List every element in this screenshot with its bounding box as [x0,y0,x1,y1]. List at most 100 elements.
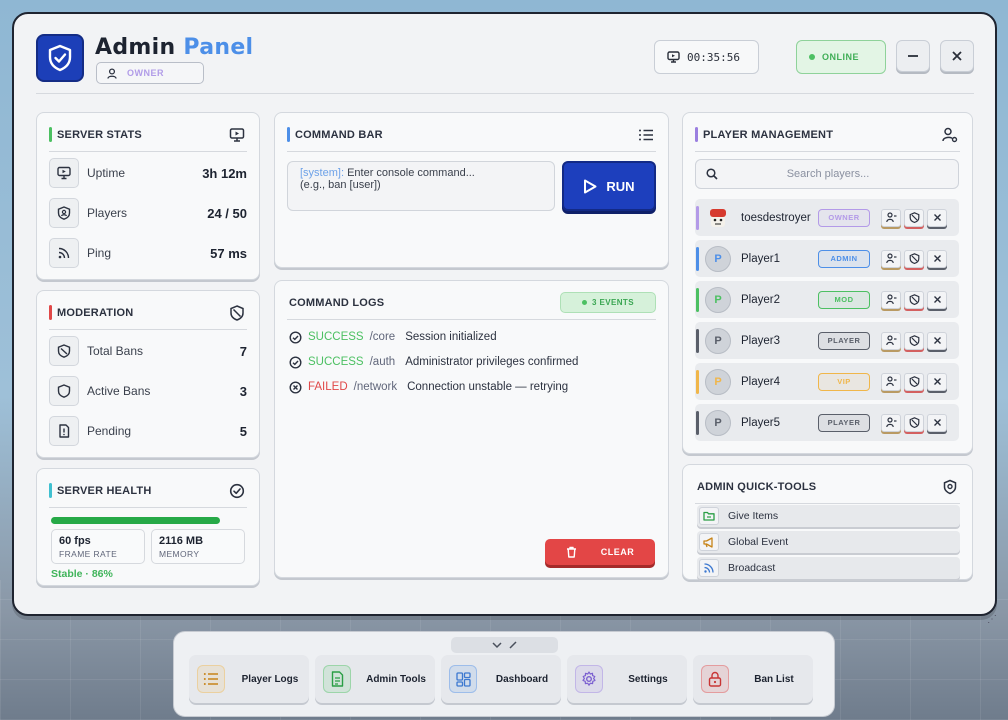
stat-label: Players [87,206,128,220]
lock-icon [701,665,729,693]
ban-user-button[interactable] [904,413,924,432]
kick-user-button[interactable] [881,290,901,309]
kick-user-button[interactable] [881,249,901,268]
player-actions [881,331,947,350]
tool-give-items[interactable]: Give Items [697,505,960,527]
player-role-badge: ADMIN [818,249,870,268]
system-tag: [system]: [300,167,345,179]
stat-label: Active Bans [87,384,151,398]
tool-label: Give Items [728,510,779,522]
check-circle-icon [229,483,245,499]
avatar: P [705,409,731,436]
server-stats-card: SERVER STATS Uptime 3h 12m Players 24 / … [36,112,260,280]
dock-button-ban-list[interactable]: Ban List [693,655,813,703]
remove-user-button[interactable] [927,413,947,432]
player-role-badge: PLAYER [818,331,870,350]
log-entry: SUCCESS /auth Administrator privileges c… [289,354,578,370]
admin-panel-window: Admin Panel OWNER 00:35:56 ONLINE SERVER… [12,12,997,625]
fps-box: 60 fps FRAME RATE [51,529,145,564]
kick-user-button[interactable] [881,372,901,391]
command-placeholder: Enter console command... [347,167,475,179]
log-source: /auth [369,356,396,368]
stat-row-ping: Ping 57 ms [49,237,247,269]
dock-button-label: Settings [628,673,668,685]
player-actions [881,249,947,268]
kick-user-button[interactable] [881,331,901,350]
player-row[interactable]: P Player4 VIP [695,363,959,400]
ban-user-button[interactable] [904,290,924,309]
stat-row-uptime: Uptime 3h 12m [49,157,247,189]
remove-user-button[interactable] [927,290,947,309]
close-button[interactable] [940,40,974,72]
tool-broadcast[interactable]: Broadcast [697,557,960,579]
player-row[interactable]: P Player3 PLAYER [695,322,959,359]
command-input[interactable]: [system]: Enter console command... (e.g.… [287,161,555,211]
card-title: MODERATION [49,305,133,320]
kick-user-button[interactable] [881,413,901,432]
log-source: /core [369,331,396,343]
avatar [705,204,731,231]
ban-user-button[interactable] [904,331,924,350]
tool-label: Broadcast [728,562,776,574]
player-actions [881,372,947,391]
expand-icon [508,641,517,649]
role-color-bar [696,246,699,271]
player-search-input[interactable]: Search players... [695,159,959,189]
avatar: P [705,368,731,395]
avatar: P [705,327,731,354]
minimize-button[interactable] [896,40,930,72]
remove-user-button[interactable] [927,331,947,350]
dock-button-player-logs[interactable]: Player Logs [189,655,309,703]
card-divider [287,319,656,320]
kick-user-button[interactable] [881,208,901,227]
run-button[interactable]: RUN [562,161,656,211]
stat-row-total-bans: Total Bans 7 [49,335,247,367]
card-title: PLAYER MANAGEMENT [695,127,833,142]
stat-value: 7 [239,343,247,359]
ban-user-button[interactable] [904,208,924,227]
remove-user-button[interactable] [927,208,947,227]
card-title: COMMAND BAR [287,127,383,142]
ban-user-button[interactable] [904,372,924,391]
player-row[interactable]: toesdestroyer OWNER [695,199,959,236]
remove-user-button[interactable] [927,249,947,268]
remove-user-button[interactable] [927,372,947,391]
dock-collapse-handle[interactable] [451,637,558,653]
player-role-badge: MOD [818,290,870,309]
player-row[interactable]: P Player1 ADMIN [695,240,959,277]
minus-icon [908,55,918,57]
grid-icon [449,665,477,693]
player-management-card: PLAYER MANAGEMENT Search players... toes… [682,112,973,454]
session-timer: 00:35:56 [654,40,759,74]
ban-user-button[interactable] [904,249,924,268]
player-role-badge: VIP [818,372,870,391]
user-icon [107,67,117,79]
player-row[interactable]: P Player2 MOD [695,281,959,318]
dock-button-dashboard[interactable]: Dashboard [441,655,561,703]
document-icon [323,665,351,693]
monitor-icon [667,51,680,63]
shield-icon [49,198,79,228]
status-dot-icon [809,54,815,60]
clear-logs-button[interactable]: CLEAR [545,539,655,565]
shield-logo-icon [36,34,84,82]
log-status: SUCCESS [308,356,364,368]
tool-global-event[interactable]: Global Event [697,531,960,553]
role-color-bar [696,205,699,230]
moderation-card: MODERATION Total Bans 7 Active Bans 3 Pe… [36,290,260,458]
player-actions [881,413,947,432]
player-row[interactable]: P Player5 PLAYER [695,404,959,441]
list-icon [197,665,225,693]
clear-label: CLEAR [600,547,635,557]
tool-label: Global Event [728,536,789,548]
megaphone-icon [699,533,719,551]
resize-handle[interactable]: ⋰ [987,614,998,625]
avatar: P [705,286,731,313]
card-title: COMMAND LOGS [289,297,385,309]
dock-button-settings[interactable]: Settings [567,655,687,703]
search-placeholder: Search players... [786,168,870,180]
log-message: Session initialized [405,331,497,343]
dock-button-admin-tools[interactable]: Admin Tools [315,655,435,703]
log-status: SUCCESS [308,331,364,343]
card-divider [49,151,247,152]
